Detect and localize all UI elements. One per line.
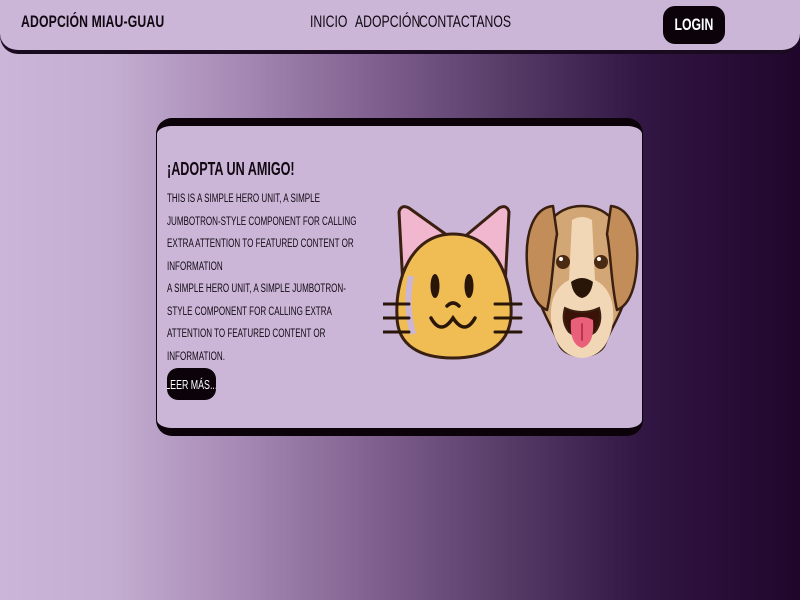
cat-face-illustration [383,205,523,360]
login-button-label: LOGIN [674,15,714,34]
read-more-button[interactable]: LEER MÁS... [167,368,216,400]
nav-link-contactanos[interactable]: CONTACTANOS [419,12,511,32]
login-button[interactable]: LOGIN [663,6,725,44]
hero-title: ¡ADOPTA UN AMIGO! [167,159,295,179]
hero-card: ¡ADOPTA UN AMIGO! THIS IS A SIMPLE HERO … [156,118,643,436]
read-more-label: LEER MÁS... [167,376,216,392]
hero-paragraph-2: A SIMPLE HERO UNIT, A SIMPLE JUMBOTRON-S… [167,283,346,363]
hero-paragraph-1: THIS IS A SIMPLE HERO UNIT, A SIMPLE JUM… [167,193,357,273]
navbar: ADOPCIÓN MIAU-GUAU INICIO ADOPCIÓN CONTA… [0,0,800,52]
dog-face-illustration [525,204,639,358]
nav-link-inicio[interactable]: INICIO [310,12,347,32]
nav-link-adopcion[interactable]: ADOPCIÓN [355,12,420,32]
hero-text: THIS IS A SIMPLE HERO UNIT, A SIMPLE JUM… [167,188,370,368]
